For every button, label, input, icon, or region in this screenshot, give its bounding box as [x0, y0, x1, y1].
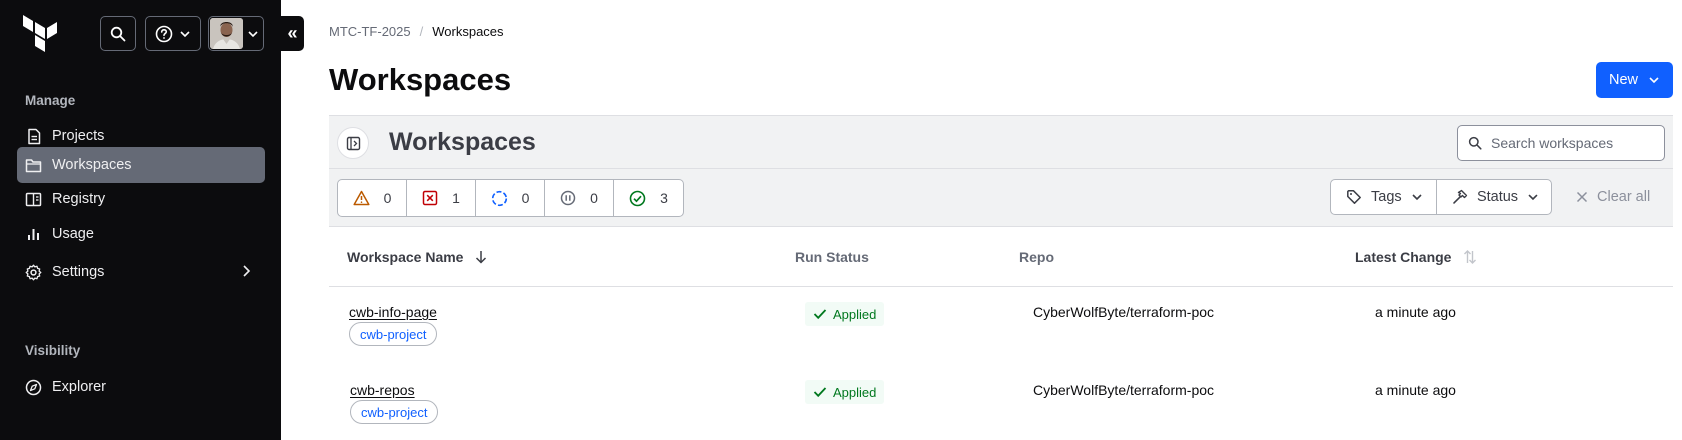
table-header-divider [329, 286, 1673, 287]
status-filter-count: 0 [590, 190, 598, 206]
check-icon [813, 387, 827, 398]
gear-icon [25, 264, 42, 281]
folder-icon [25, 157, 42, 174]
status-filter-paused[interactable]: 0 [545, 180, 614, 216]
sidebar: Manage Projects Workspaces Registry Usag… [0, 0, 281, 440]
run-status-filter-group: 0 1 0 0 3 [337, 179, 684, 217]
breadcrumb-current: Workspaces [432, 24, 504, 39]
chevron-down-icon [180, 30, 190, 37]
sidebar-item-label: Explorer [52, 379, 106, 395]
latest-change-time: a minute ago [1375, 304, 1456, 320]
sidebar-item-label: Registry [52, 191, 106, 207]
workspace-name-link[interactable]: cwb-repos [350, 382, 415, 398]
panel-title: Workspaces [389, 128, 536, 156]
tags-filter-dropdown[interactable]: Tags [1330, 179, 1437, 215]
status-filter-count: 0 [521, 190, 530, 206]
search-workspaces-field[interactable] [1457, 125, 1665, 161]
chevron-right-icon [243, 265, 251, 277]
chevron-down-icon [248, 30, 258, 37]
terraform-logo-icon[interactable] [23, 15, 59, 53]
hammer-icon [1453, 189, 1468, 204]
sidebar-expand-icon [346, 136, 360, 150]
close-icon [1576, 191, 1588, 203]
sort-icon [1464, 250, 1477, 264]
latest-change-time: a minute ago [1375, 382, 1456, 398]
compass-icon [25, 379, 42, 396]
sidebar-item-label: Projects [52, 128, 105, 144]
filter-bar: 0 1 0 0 3 Tags Status Clear all [329, 169, 1673, 227]
column-header-run-status: Run Status [795, 249, 869, 265]
registry-icon [25, 191, 42, 208]
page-title: Workspaces [329, 62, 512, 97]
check-icon [813, 309, 827, 320]
sidebar-item-label: Settings [52, 264, 105, 280]
repo-name: CyberWolfByte/terraform-poc [1033, 304, 1215, 320]
running-icon [491, 190, 507, 206]
sidebar-item-label: Workspaces [52, 157, 132, 173]
status-filter-warnings[interactable]: 0 [338, 180, 407, 216]
search-icon [1468, 136, 1482, 150]
column-header-latest-change[interactable]: Latest Change [1355, 249, 1477, 265]
clear-all-label: Clear all [1597, 189, 1651, 205]
search-workspaces-input[interactable] [1491, 135, 1651, 151]
sidebar-section-title: Visibility [25, 343, 81, 358]
error-icon [422, 190, 438, 206]
column-header-repo: Repo [1019, 249, 1054, 265]
tags-filter-label: Tags [1371, 189, 1402, 205]
sidebar-item-explorer[interactable]: Explorer [17, 369, 265, 405]
new-button[interactable]: New [1596, 62, 1673, 98]
double-chevron-left-icon: « [287, 23, 298, 43]
status-filter-count: 1 [452, 190, 460, 206]
help-menu-button[interactable] [145, 16, 201, 51]
chevron-down-icon [1412, 194, 1422, 201]
sidebar-item-settings[interactable]: Settings [17, 254, 265, 290]
user-menu-button[interactable] [208, 16, 264, 51]
project-tag[interactable]: cwb-project [349, 322, 438, 346]
bar-chart-icon [25, 226, 42, 243]
toggle-panel-button[interactable] [337, 127, 369, 159]
run-status-badge: Applied [805, 380, 885, 404]
status-filter-count: 0 [383, 190, 392, 206]
column-header-workspace-name[interactable]: Workspace Name [347, 249, 487, 265]
tag-icon [1347, 190, 1361, 204]
avatar [210, 18, 243, 49]
workspace-name-link[interactable]: cwb-info-page [349, 304, 437, 320]
pause-icon [560, 190, 576, 206]
search-button[interactable] [100, 16, 136, 51]
help-icon [155, 25, 173, 42]
repo-name: CyberWolfByte/terraform-poc [1033, 382, 1215, 398]
warning-icon [353, 190, 370, 206]
run-status-badge: Applied [805, 302, 885, 326]
status-filter-errored[interactable]: 1 [407, 180, 476, 216]
status-filter-dropdown[interactable]: Status [1436, 179, 1552, 215]
project-tag[interactable]: cwb-project [350, 400, 439, 424]
sidebar-item-label: Usage [52, 226, 94, 242]
breadcrumb-organization[interactable]: MTC-TF-2025 [329, 24, 411, 39]
sidebar-section-title: Manage [25, 93, 76, 108]
workspaces-panel-header: Workspaces [329, 115, 1673, 169]
chevron-down-icon [1528, 194, 1538, 201]
app-root: Manage Projects Workspaces Registry Usag… [0, 0, 1682, 440]
status-filter-count: 3 [660, 190, 668, 206]
breadcrumb: MTC-TF-2025 / Workspaces [329, 24, 504, 39]
search-icon [110, 26, 126, 41]
clear-all-filters-button[interactable]: Clear all [1576, 189, 1650, 205]
chevron-down-icon [1649, 77, 1659, 84]
collapse-sidebar-button[interactable]: « [281, 16, 304, 51]
new-button-label: New [1608, 72, 1638, 88]
sidebar-item-workspaces[interactable]: Workspaces [17, 147, 265, 183]
status-filter-label: Status [1476, 189, 1519, 205]
status-filter-running[interactable]: 0 [476, 180, 545, 216]
breadcrumb-separator: / [419, 24, 424, 39]
file-text-icon [25, 128, 42, 145]
sidebar-item-usage[interactable]: Usage [17, 216, 265, 252]
arrow-down-icon [476, 251, 487, 264]
sidebar-item-registry[interactable]: Registry [17, 181, 265, 217]
status-filter-applied[interactable]: 3 [614, 180, 683, 216]
check-circle-icon [629, 190, 646, 206]
